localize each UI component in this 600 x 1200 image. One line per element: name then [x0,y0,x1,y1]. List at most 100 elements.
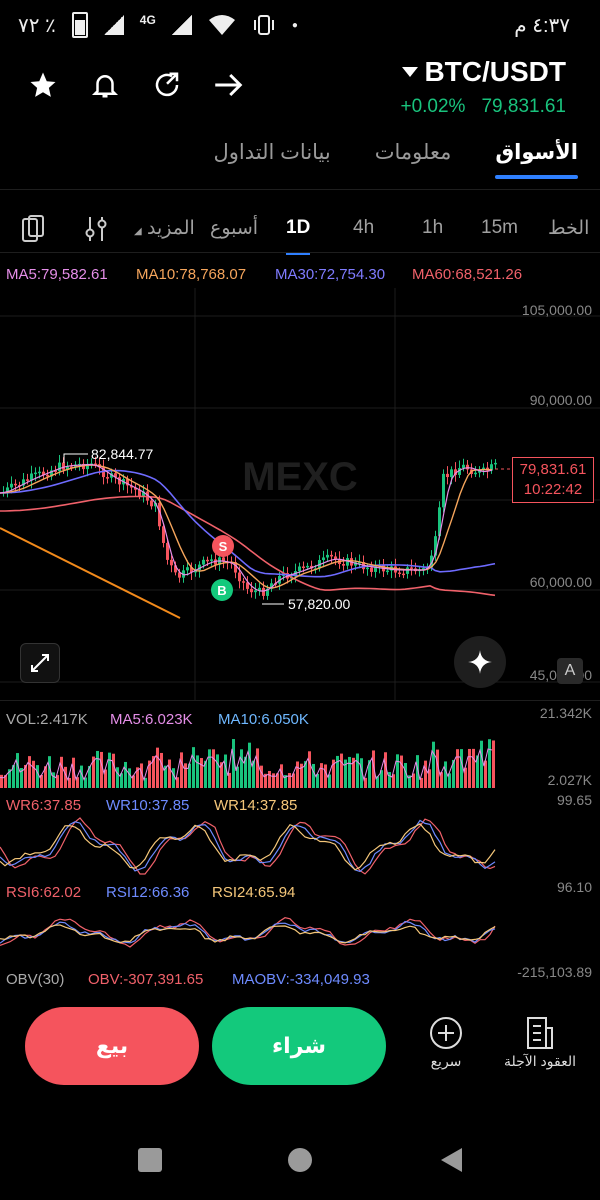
volume-bar [460,749,463,788]
candle-body [262,587,265,596]
share-icon[interactable] [150,68,184,102]
back-triangle-icon[interactable] [438,1146,464,1174]
candle-body [326,554,329,558]
volume-bar [100,751,103,788]
candle-body [58,462,61,472]
signal-icon [103,15,124,35]
candle-body [494,462,497,465]
volume-bar [296,761,299,788]
interval-line[interactable]: الخط [548,217,589,240]
volume-bar [156,747,159,788]
volume-bar [288,773,291,788]
volume-bar [324,764,327,788]
candle-body [254,590,257,593]
obv-legend: OBV:-307,391.65 [88,971,204,988]
buy-marker-label: B [217,583,226,598]
interval-4h[interactable]: 4h [353,217,374,239]
tab-markets[interactable]: الأسواق [495,140,578,179]
bell-icon[interactable] [88,68,122,102]
volume-bar [128,768,131,788]
indicator-settings-icon[interactable] [84,215,108,248]
rsi12-legend: RSI12:66.36 [106,884,190,901]
candle-body [386,570,389,573]
interval-1h[interactable]: 1h [422,217,443,239]
home-circle-icon[interactable] [288,1148,312,1172]
divider [0,700,600,701]
candle-body [410,567,413,569]
candle-body [446,473,449,478]
price-axis-label: 90,000.00 [529,392,592,408]
buy-button[interactable]: شراء [212,1007,386,1085]
candle-body [334,556,337,559]
candle-body [250,588,253,593]
volume-bar [112,753,115,788]
trend-line [0,527,181,619]
vibrate-icon [253,15,274,35]
volume-bar [272,773,275,788]
volume-bar [116,767,119,788]
volume-bar [356,753,359,788]
price-chart[interactable]: MEXC 82,844.77 57,820.00 S B [0,288,600,700]
pair-selector[interactable]: BTC/USDT [402,56,566,88]
obv-axis: -215,103.89 [517,964,592,980]
ai-assist-button[interactable] [454,636,506,688]
volume-chart [0,739,495,788]
phone-tool-icon[interactable] [20,215,46,248]
volume-bar [192,747,195,788]
price-summary: +0.02% 79,831.61 [400,96,566,118]
main-tabs: الأسواق معلومات بيانات التداول [213,140,578,179]
volume-bar [96,750,99,788]
status-bar: ٧٢ ٪ 4G ● ٤:٣٧ م [0,0,600,50]
volume-bar [208,749,211,788]
font-size-button[interactable]: A [557,658,583,684]
volume-bar [184,763,187,788]
maobv-legend: MAOBV:-334,049.93 [232,971,370,988]
signal-icon-2 [171,15,192,35]
futures-label: العقود الآجلة [503,1053,577,1069]
futures-button[interactable]: العقود الآجلة [500,1016,580,1070]
interval-1d[interactable]: 1D [286,217,311,255]
volume-bar [248,742,251,788]
vol-axis-top: 21.342K [539,705,592,721]
interval-15m[interactable]: 15m [481,217,518,239]
candle-body [238,572,241,582]
ma10-legend: MA10:78,768.07 [136,266,247,283]
candle-body [398,572,401,575]
favorite-star-icon[interactable] [26,68,60,102]
volume-bar [468,748,471,788]
tab-trading-data[interactable]: بيانات التداول [213,140,330,179]
status-time: ٤:٣٧ م [514,15,570,37]
more-triangle-icon: ◢ [134,226,142,237]
volume-bars [0,739,495,788]
vol-ma5-legend: MA5:6.023K [110,711,193,728]
sell-button[interactable]: بيع [25,1007,199,1085]
quick-trade-label: سريع [430,1053,462,1069]
system-nav-bar [0,1140,600,1180]
volume-bar [400,755,403,788]
volume-bar [168,759,171,788]
fullscreen-button[interactable] [20,643,60,683]
candle-body [34,472,37,475]
volume-bar [172,768,175,788]
quick-trade-button[interactable]: سريع [420,1016,472,1070]
candle-body [166,542,169,560]
volume-bar [32,760,35,788]
rsi6-line [0,917,496,948]
network-type: 4G [139,13,156,27]
volume-bar [196,755,199,788]
recents-square-icon[interactable] [138,1148,162,1172]
last-price: 79,831.61 [481,96,566,117]
wifi-icon [208,15,235,35]
arrow-right-icon[interactable] [212,68,246,102]
candle-body [366,567,369,570]
interval-week[interactable]: أسبوع [210,217,258,240]
battery-percent: ٧٢ ٪ [18,14,56,37]
price-axis-label: 60,000.00 [529,574,592,590]
candle-body [106,477,109,479]
interval-more[interactable]: ◢ المزيد [134,217,195,240]
volume-bar [268,770,271,788]
candle-body [242,581,245,583]
volume-bar [308,751,311,788]
candle-body [62,462,65,470]
tab-info[interactable]: معلومات [375,140,452,179]
